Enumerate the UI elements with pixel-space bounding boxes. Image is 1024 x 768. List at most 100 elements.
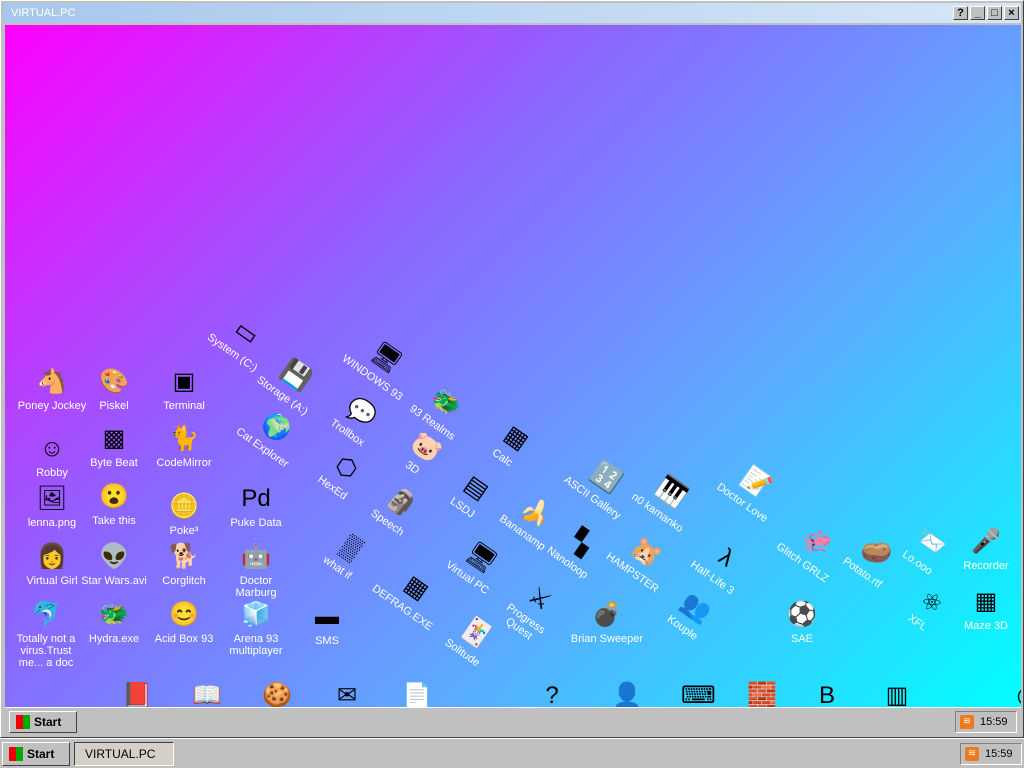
desktop-icon[interactable]: ?: [515, 680, 589, 707]
title-buttons: ? _ □ ×: [953, 6, 1019, 20]
app-icon: 🖼: [36, 485, 68, 512]
help-button[interactable]: ?: [953, 6, 968, 20]
app-icon: 👤: [612, 682, 642, 707]
app-icon: ◍: [1011, 680, 1021, 707]
app-icon: ▥: [885, 682, 909, 707]
app-icon: 🤖: [241, 543, 271, 570]
desktop-icon[interactable]: B: [790, 680, 864, 707]
inner-taskbar: Start ≋ 15:59: [5, 707, 1021, 735]
app-icon: 🐬: [31, 601, 61, 628]
desktop-icon[interactable]: 💣 Brian Sweeper: [570, 599, 644, 645]
desktop-icon-label: Take this: [92, 515, 136, 527]
desktop-icon-label: Totally not a virus.Trust me... a doc: [16, 633, 76, 669]
inner-start-button[interactable]: Start: [9, 711, 77, 733]
start-label: Start: [27, 747, 55, 761]
app-icon: ✉: [336, 682, 358, 707]
desktop-icon[interactable]: ▣ Terminal: [147, 366, 221, 412]
rss-icon[interactable]: ≋: [960, 715, 974, 729]
outer-start-button[interactable]: Start: [2, 742, 70, 766]
outer-taskbar: Start VIRTUAL.PC ≋ 15:59: [0, 738, 1024, 768]
app-icon: 😊: [169, 601, 199, 628]
desktop-icon[interactable]: 🎨 Piskel: [77, 366, 151, 412]
desktop-icon-label: Poke³: [169, 525, 199, 537]
app-icon: ?: [545, 682, 559, 707]
app-icon: 🍪: [262, 682, 292, 707]
desktop-icon-label: Arena 93 multiplayer: [229, 633, 283, 657]
desktop-icon[interactable]: 🍪: [240, 680, 314, 707]
app-icon: Pd: [241, 485, 271, 512]
desktop-icon-label: CodeMirror: [156, 457, 212, 469]
app-icon: ▦: [974, 588, 998, 615]
desktop-icon[interactable]: ⚽ SAE: [765, 599, 839, 645]
app-icon: ☺: [39, 435, 65, 462]
desktop-icon[interactable]: ✉: [310, 680, 384, 707]
close-button[interactable]: ×: [1004, 6, 1019, 20]
desktop-icon[interactable]: 👤: [590, 680, 664, 707]
desktop-icon[interactable]: 📄: [380, 680, 454, 707]
desktop-icon-label: Corglitch: [162, 575, 206, 587]
desktop-icon[interactable]: 📕: [100, 680, 174, 707]
app-icon: 📄: [402, 682, 432, 707]
minimize-button[interactable]: _: [970, 6, 985, 20]
desktop-icon[interactable]: ◍: [990, 680, 1021, 707]
start-logo-icon: [16, 715, 30, 729]
maximize-button[interactable]: □: [987, 6, 1002, 20]
desktop: 🐴 Poney Jockey 🎨 Piskel ▣ Terminal ☺ Robby ▩ Byte…: [5, 25, 1021, 707]
desktop-icon[interactable]: ▩ Byte Beat: [77, 423, 151, 469]
desktop-icon[interactable]: 🤖 Doctor Marburg: [219, 541, 293, 599]
desktop-icon[interactable]: 🐲 Hydra.exe: [77, 599, 151, 645]
desktop-icon-label: Brian Sweeper: [570, 633, 644, 645]
rss-icon[interactable]: ≋: [965, 747, 979, 761]
desktop-icon[interactable]: ▥: [860, 680, 934, 707]
app-icon: 👽: [99, 543, 129, 570]
desktop-icon[interactable]: 📖: [170, 680, 244, 707]
outer-clock: 15:59: [985, 748, 1013, 760]
app-icon: 😮: [99, 483, 129, 510]
window-title: VIRTUAL.PC: [11, 7, 76, 19]
app-icon: 🎤: [971, 528, 1001, 555]
app-icon: ⚽: [787, 601, 817, 628]
app-icon: 💣: [592, 601, 622, 628]
start-label: Start: [34, 715, 62, 729]
desktop-icon[interactable]: Pd Puke Data: [219, 483, 293, 529]
desktop-icon-label: SMS: [315, 635, 339, 647]
virtual-pc-window: VIRTUAL.PC ? _ □ × 🐴 Poney Jockey 🎨 Piskel ▣…: [0, 0, 1024, 738]
desktop-icon-label: Hydra.exe: [88, 633, 140, 645]
app-icon: 👩: [37, 543, 67, 570]
inner-tray: ≋ 15:59: [955, 711, 1017, 733]
title-bar[interactable]: VIRTUAL.PC ? _ □ ×: [3, 3, 1021, 23]
desktop-icon[interactable]: 🧊 Arena 93 multiplayer: [219, 599, 293, 657]
desktop-icon[interactable]: 🪙 Poke³: [147, 491, 221, 537]
taskbar-item-virtual-pc[interactable]: VIRTUAL.PC: [74, 742, 174, 766]
desktop-icon[interactable]: 🐈 CodeMirror: [147, 423, 221, 469]
app-icon: 🧊: [241, 601, 271, 628]
desktop-icon[interactable]: ▬ SMS: [290, 601, 364, 647]
desktop-icon[interactable]: 🐕 Corglitch: [147, 541, 221, 587]
app-icon: 🎨: [99, 368, 129, 395]
app-icon: ⌨: [681, 682, 716, 707]
app-icon: 🐈: [169, 425, 199, 452]
desktop-icon[interactable]: 🐬 Totally not a virus.Trust me... a doc: [9, 599, 83, 669]
desktop-icon-label: Star Wars.avi: [81, 575, 147, 587]
app-icon: ▩: [102, 425, 126, 452]
desktop-icon-label: Byte Beat: [90, 457, 138, 469]
desktop-icon-label: Acid Box 93: [154, 633, 214, 645]
app-icon: 🪙: [169, 493, 199, 520]
desktop-icon[interactable]: 👽 Star Wars.avi: [77, 541, 151, 587]
desktop-icon-label: SAE: [790, 633, 813, 645]
start-logo-icon: [9, 747, 23, 761]
outer-tray: ≋ 15:59: [960, 743, 1022, 765]
desktop-icon-label: Doctor Marburg: [235, 575, 277, 599]
desktop-icon[interactable]: 🧱: [725, 680, 799, 707]
app-icon: ▣: [172, 368, 196, 395]
desktop-icon[interactable]: 😮 Take this: [77, 481, 151, 527]
desktop-icon[interactable]: 😊 Acid Box 93: [147, 599, 221, 645]
app-icon: 📕: [122, 682, 152, 707]
app-icon: 🐕: [169, 543, 199, 570]
desktop-icon[interactable]: ⌨: [660, 680, 734, 707]
app-icon: 🐴: [37, 368, 67, 395]
desktop-icon[interactable]: 📝 Doctor Love: [708, 449, 795, 529]
desktop-icon-label: Piskel: [99, 400, 129, 412]
desktop-icon-label: Terminal: [163, 400, 205, 412]
app-icon: 🐲: [99, 601, 129, 628]
